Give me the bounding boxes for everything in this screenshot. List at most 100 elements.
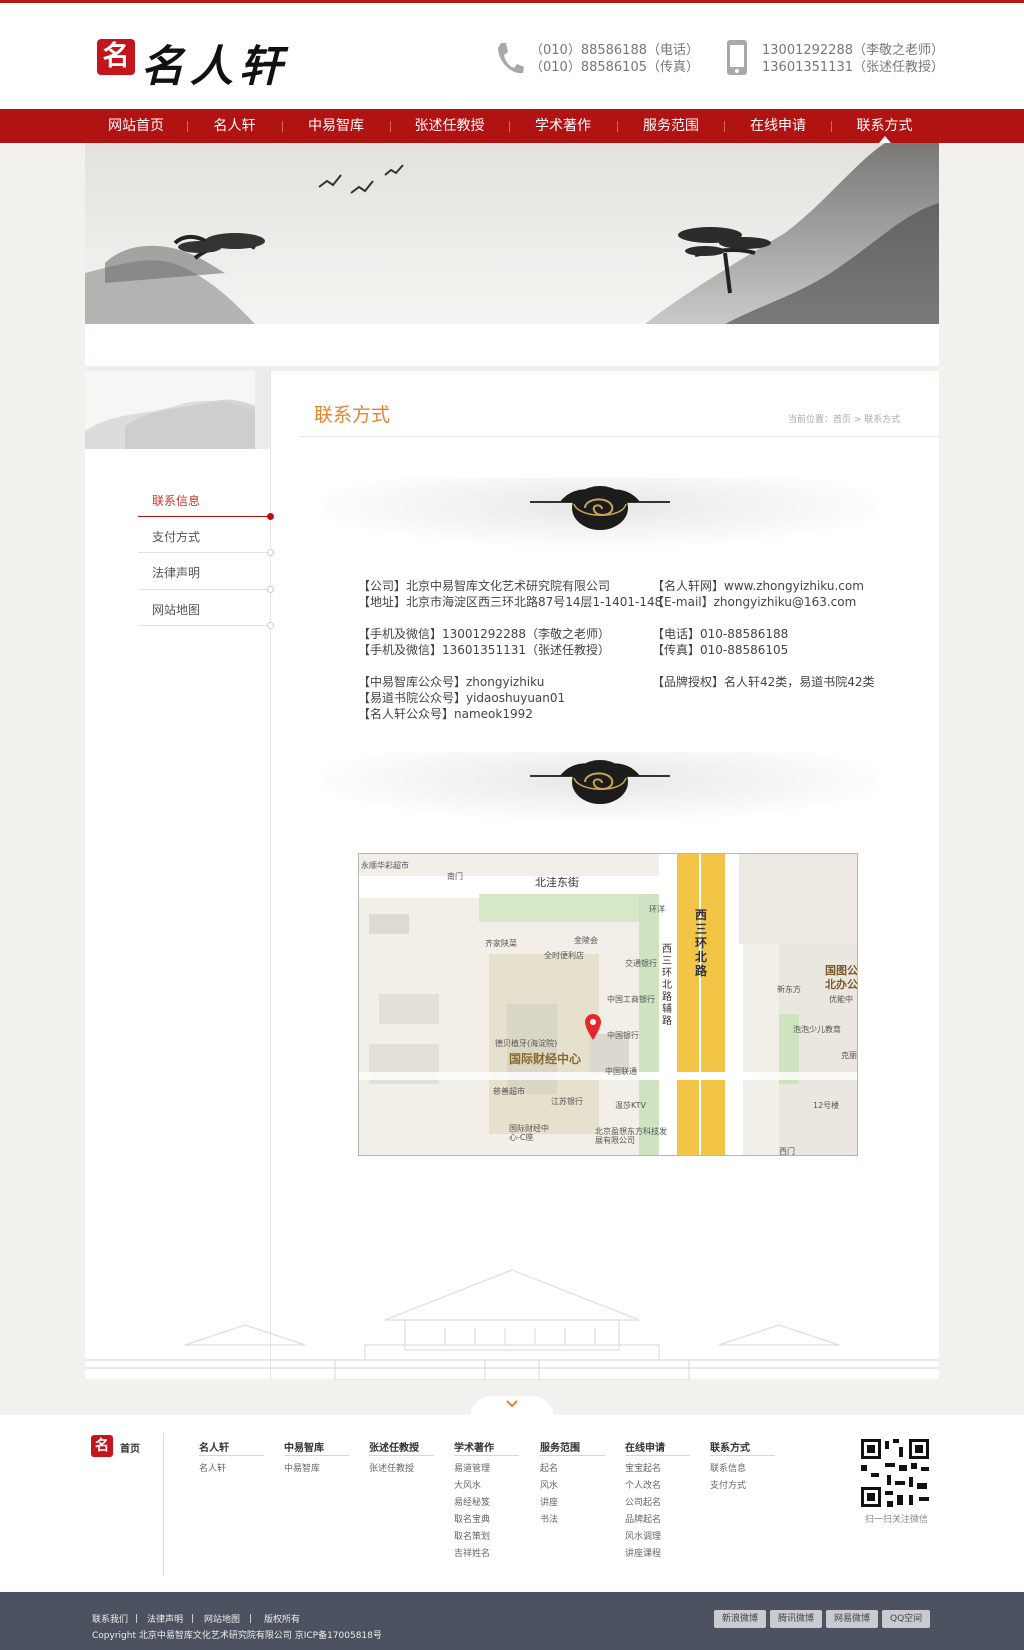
- footer-link[interactable]: 风水调理: [625, 1529, 661, 1542]
- footer-link[interactable]: 取名宝典: [454, 1512, 490, 1525]
- footer-link[interactable]: 讲座: [540, 1495, 558, 1508]
- footer-link[interactable]: 书法: [540, 1512, 558, 1525]
- sidebar-item-payment[interactable]: 支付方式: [152, 528, 200, 545]
- footer-link[interactable]: 联系信息: [710, 1461, 746, 1474]
- map-road-label: 西三环北路: [695, 908, 708, 978]
- share-netease-weibo-button[interactable]: 网易微博: [826, 1610, 879, 1628]
- contact-mobile-1: 【手机及微信】13001292288（李敬之老师）: [358, 627, 610, 641]
- contact-company: 【公司】北京中易智库文化艺术研究院有限公司: [358, 579, 611, 593]
- nav-item-services[interactable]: 服务范围: [618, 109, 724, 143]
- nav-item-home[interactable]: 网站首页: [86, 109, 186, 143]
- map-pin-icon[interactable]: [585, 1014, 601, 1040]
- footer-col-title: 联系方式: [710, 1443, 750, 1454]
- contact-website: 【名人轩网】www.zhongyizhiku.com: [652, 579, 864, 593]
- palace-illustration: [85, 1250, 939, 1380]
- map-label: 优能中: [829, 995, 853, 1004]
- map-label: 中国工商银行: [607, 995, 655, 1004]
- main-nav: 网站首页 名人轩 中易智库 张述任教授 学术著作 服务范围 在线申请 联系方式: [0, 109, 1024, 143]
- footer-link[interactable]: 中易智库: [284, 1461, 320, 1474]
- map-label: 金陵会: [574, 936, 598, 945]
- footer: 名 首页 名人轩 名人轩 中易智库 中易智库 张述任教授 张述任教授 学术著作 …: [0, 1415, 1024, 1592]
- footer-link[interactable]: 讲座课程: [625, 1546, 661, 1559]
- qr-code-icon[interactable]: [859, 1437, 931, 1509]
- footer-divider: [163, 1433, 164, 1576]
- footer-link[interactable]: 易经秘笈: [454, 1495, 490, 1508]
- map-label: 西门: [779, 1147, 795, 1156]
- contact-wechat-1: 【中易智库公众号】zhongyizhiku: [358, 675, 545, 689]
- footer-link[interactable]: 名人轩: [199, 1461, 226, 1474]
- footer-home-link[interactable]: 首页: [120, 1440, 140, 1455]
- map-road-label: 西三环北路辅路: [662, 944, 672, 1027]
- bottom-link-contact[interactable]: 联系我们: [92, 1612, 128, 1625]
- mobile-block: 13001292288（李敬之老师） 13601351131（张述任教授）: [762, 42, 944, 76]
- page-title: 联系方式: [314, 404, 391, 426]
- nav-item-mingrenxuan[interactable]: 名人轩: [188, 109, 281, 143]
- contact-info-right: 【名人轩网】www.zhongyizhiku.com 【E-mail】zhong…: [652, 578, 875, 690]
- sidebar-vertical-line: [270, 371, 271, 1381]
- footer-link[interactable]: 大风水: [454, 1478, 481, 1491]
- bottom-link-legal[interactable]: 法律声明: [147, 1612, 183, 1625]
- sidebar-active-line: [138, 516, 271, 517]
- sidebar-item-contact-info[interactable]: 联系信息: [152, 492, 200, 509]
- map-label: 齐家陕菜: [485, 939, 517, 948]
- location-map[interactable]: 永顺华彩超市 南门 北洼东街 环洋 齐家陕菜 金陵会 全时便利店 交通银行 中国…: [358, 853, 858, 1156]
- share-tencent-weibo-button[interactable]: 腾讯微博: [770, 1610, 823, 1628]
- sidebar-active-dot: [267, 513, 274, 520]
- sidebar-divider: [138, 552, 271, 553]
- footer-link[interactable]: 宝宝起名: [625, 1461, 661, 1474]
- contact-wechat-2: 【易道书院公众号】yidaoshuyuan01: [358, 691, 566, 705]
- cloud-ornament-icon: [530, 760, 670, 804]
- sidebar-mountain-art: [85, 371, 270, 449]
- map-label: 新东方: [777, 985, 801, 994]
- footer-link[interactable]: 品牌起名: [625, 1512, 661, 1525]
- sidebar-item-legal[interactable]: 法律声明: [152, 564, 200, 581]
- footer-link[interactable]: 易道管理: [454, 1461, 490, 1474]
- footer-link[interactable]: 个人改名: [625, 1478, 661, 1491]
- footer-link[interactable]: 起名: [540, 1461, 558, 1474]
- footer-col-line: [710, 1455, 775, 1456]
- contact-info-left: 【公司】北京中易智库文化艺术研究院有限公司 【地址】北京市海淀区西三环北路87号…: [358, 578, 662, 722]
- site-logo[interactable]: 名 名人轩: [97, 34, 312, 92]
- logo-seal: 名: [97, 39, 135, 75]
- logo-text: 名人轩: [141, 42, 288, 92]
- contact-mobile-2: 【手机及微信】13601351131（张述任教授）: [358, 643, 610, 657]
- share-sina-weibo-button[interactable]: 新浪微博: [714, 1610, 767, 1628]
- footer-link[interactable]: 张述任教授: [369, 1461, 414, 1474]
- map-road-label: 北洼东街: [535, 876, 579, 889]
- map-label: 中国银行: [607, 1031, 639, 1040]
- phone-block: （010）88586188（电话） （010）88586105（传真）: [530, 42, 699, 76]
- footer-link[interactable]: 风水: [540, 1478, 558, 1491]
- nav-item-professor[interactable]: 张述任教授: [391, 109, 508, 143]
- title-underline: [300, 436, 939, 437]
- share-qzone-button[interactable]: QQ空间: [882, 1610, 931, 1628]
- footer-col-title: 张述任教授: [369, 1443, 419, 1454]
- sidebar-item-sitemap[interactable]: 网站地图: [152, 601, 200, 618]
- bottom-link-copyright[interactable]: 版权所有: [264, 1612, 300, 1625]
- sidebar-divider: [138, 589, 271, 590]
- footer-col-title: 中易智库: [284, 1443, 324, 1454]
- contact-brand: 【品牌授权】名人轩42类，易道书院42类: [652, 675, 875, 689]
- map-label: 环洋: [649, 905, 665, 914]
- nav-active-indicator: [879, 136, 891, 143]
- map-label: 德贝植牙(海淀院): [495, 1039, 558, 1048]
- footer-link[interactable]: 公司起名: [625, 1495, 661, 1508]
- phone-icon: [498, 43, 524, 74]
- map-label: 泡泡少儿教育: [793, 1025, 841, 1034]
- nav-item-works[interactable]: 学术著作: [510, 109, 616, 143]
- map-label: 全时便利店: [544, 951, 584, 960]
- bottom-link-sitemap[interactable]: 网站地图: [204, 1612, 240, 1625]
- nav-item-zhongyi[interactable]: 中易智库: [283, 109, 389, 143]
- contact-wechat-3: 【名人轩公众号】nameok1992: [358, 707, 533, 721]
- footer-col-title: 服务范围: [540, 1443, 580, 1454]
- footer-link[interactable]: 支付方式: [710, 1478, 746, 1491]
- copyright-text: Copyright 北京中易智库文化艺术研究院有限公司 京ICP备1700581…: [92, 1631, 382, 1641]
- header: 名 名人轩 （010）88586188（电话） （010）88586105（传真…: [0, 3, 1024, 109]
- footer-link[interactable]: 取名策划: [454, 1529, 490, 1542]
- footer-logo-icon: 名: [91, 1435, 113, 1457]
- bottom-separator: [250, 1614, 251, 1623]
- footer-link[interactable]: 吉祥姓名: [454, 1546, 490, 1559]
- map-label: 南门: [447, 872, 463, 881]
- map-label: 中国联通: [605, 1067, 637, 1076]
- sidebar-dot: [267, 622, 274, 629]
- nav-item-apply[interactable]: 在线申请: [725, 109, 831, 143]
